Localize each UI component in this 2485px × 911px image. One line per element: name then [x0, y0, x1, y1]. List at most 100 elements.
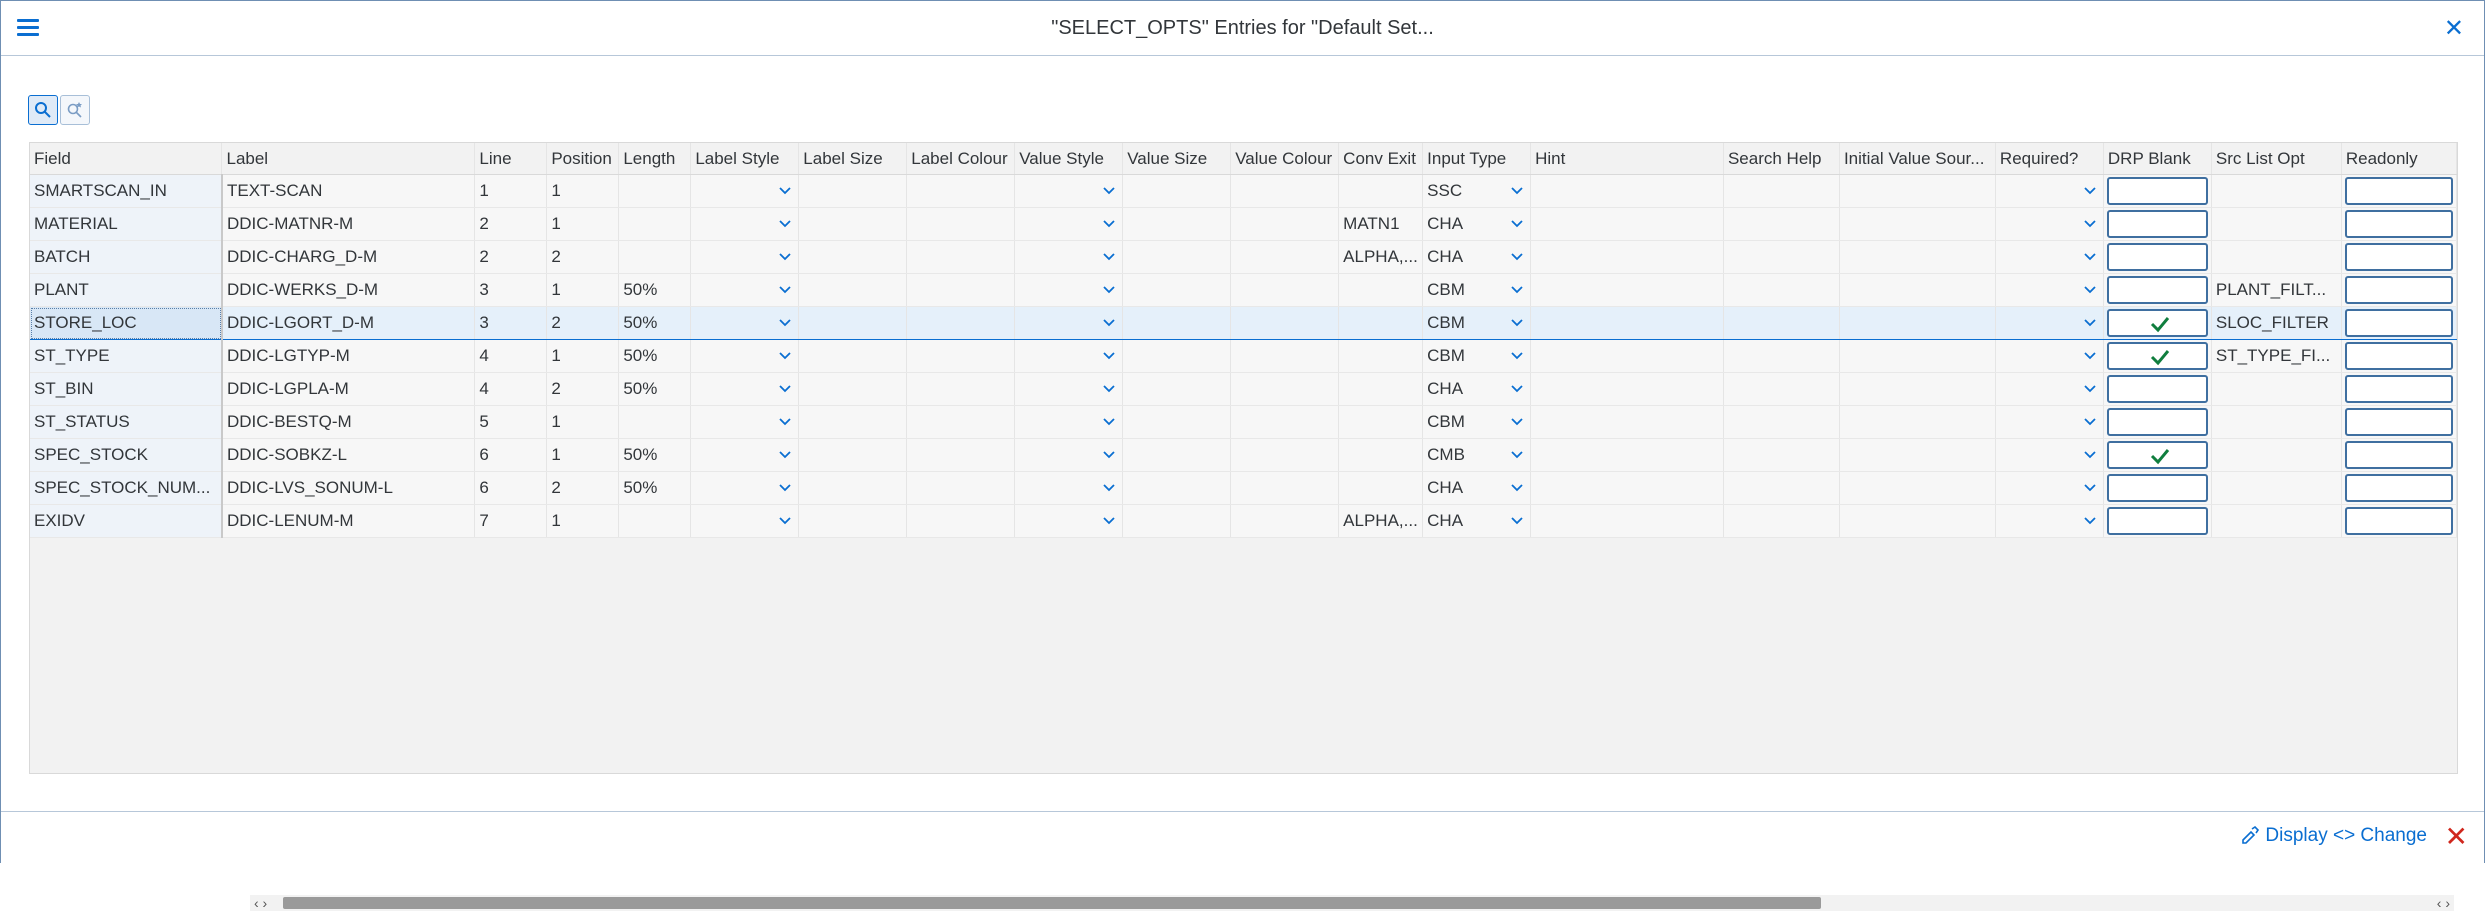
column-header[interactable]: Label Style — [690, 143, 800, 175]
dropdown-cell[interactable] — [1995, 240, 2104, 274]
chevron-down-icon[interactable] — [1102, 348, 1116, 362]
column-header[interactable]: DRP Blank — [2103, 143, 2212, 175]
column-header[interactable]: Position — [546, 143, 620, 175]
readonly-checkbox[interactable] — [2344, 309, 2453, 337]
checkbox-cell[interactable] — [2103, 339, 2212, 373]
drp-blank-checkbox[interactable] — [2106, 507, 2208, 535]
dropdown-cell[interactable] — [690, 372, 800, 406]
cell-input-type[interactable]: CHA — [1422, 471, 1532, 505]
chevron-down-icon[interactable] — [2083, 447, 2097, 461]
readonly-checkbox[interactable] — [2344, 210, 2453, 238]
footer-close-icon[interactable]: ✕ — [2445, 820, 2468, 853]
cell-input-type[interactable]: CHA — [1422, 372, 1532, 406]
checkbox-cell[interactable] — [2341, 207, 2458, 241]
dropdown-cell[interactable] — [1995, 339, 2104, 373]
dropdown-cell[interactable] — [1995, 207, 2104, 241]
dropdown-cell[interactable] — [1014, 207, 1124, 241]
chevron-down-icon[interactable] — [2083, 480, 2097, 494]
column-header[interactable]: Src List Opt — [2211, 143, 2342, 175]
dropdown-cell[interactable] — [690, 504, 800, 538]
chevron-down-icon[interactable] — [1510, 249, 1524, 263]
cell-input-type[interactable]: CHA — [1422, 504, 1532, 538]
chevron-down-icon[interactable] — [778, 480, 792, 494]
table-row[interactable]: MATERIAL DDIC-MATNR-M 2 1 MATN1 CHA — [30, 207, 2458, 241]
readonly-checkbox[interactable] — [2344, 177, 2453, 205]
chevron-down-icon[interactable] — [1102, 249, 1116, 263]
checkbox-cell[interactable] — [2341, 339, 2458, 373]
dropdown-cell[interactable] — [1014, 174, 1124, 208]
dropdown-cell[interactable] — [1014, 504, 1124, 538]
cell-input-type[interactable]: CBM — [1422, 273, 1532, 307]
table-row[interactable]: SPEC_STOCK_NUM... DDIC-LVS_SONUM-L 6 2 50% CH… — [30, 471, 2458, 505]
chevron-down-icon[interactable] — [778, 282, 792, 296]
drp-blank-checkbox[interactable] — [2106, 342, 2208, 370]
chevron-down-icon[interactable] — [2083, 513, 2097, 527]
column-header[interactable]: Field — [30, 143, 223, 175]
column-header[interactable]: Search Help — [1723, 143, 1840, 175]
table-row[interactable]: SPEC_STOCK DDIC-SOBKZ-L 6 1 50% CMB — [30, 438, 2458, 472]
drp-blank-checkbox[interactable] — [2106, 210, 2208, 238]
readonly-checkbox[interactable] — [2344, 408, 2453, 436]
dropdown-cell[interactable] — [1995, 372, 2104, 406]
chevron-down-icon[interactable] — [778, 381, 792, 395]
chevron-down-icon[interactable] — [1102, 381, 1116, 395]
chevron-down-icon[interactable] — [1510, 216, 1524, 230]
column-header[interactable]: Initial Value Sour... — [1839, 143, 1996, 175]
chevron-down-icon[interactable] — [1510, 348, 1524, 362]
chevron-down-icon[interactable] — [2083, 183, 2097, 197]
chevron-down-icon[interactable] — [778, 249, 792, 263]
checkbox-cell[interactable] — [2103, 174, 2212, 208]
table-row[interactable]: ST_BIN DDIC-LGPLA-M 4 2 50% CHA — [30, 372, 2458, 406]
dropdown-cell[interactable] — [1014, 405, 1124, 439]
readonly-checkbox[interactable] — [2344, 375, 2453, 403]
dropdown-cell[interactable] — [1995, 273, 2104, 307]
chevron-down-icon[interactable] — [1510, 447, 1524, 461]
column-header[interactable]: Hint — [1530, 143, 1724, 175]
search-button[interactable] — [28, 95, 58, 125]
column-header[interactable]: Label — [221, 143, 476, 175]
chevron-down-icon[interactable] — [1102, 513, 1116, 527]
cell-input-type[interactable]: CBM — [1422, 339, 1532, 373]
checkbox-cell[interactable] — [2341, 471, 2458, 505]
checkbox-cell[interactable] — [2341, 306, 2458, 340]
chevron-down-icon[interactable] — [1102, 282, 1116, 296]
chevron-down-icon[interactable] — [2083, 348, 2097, 362]
dropdown-cell[interactable] — [1014, 372, 1124, 406]
chevron-down-icon[interactable] — [1102, 447, 1116, 461]
dropdown-cell[interactable] — [1995, 174, 2104, 208]
dropdown-cell[interactable] — [690, 405, 800, 439]
dropdown-cell[interactable] — [690, 339, 800, 373]
drp-blank-checkbox[interactable] — [2106, 177, 2208, 205]
chevron-down-icon[interactable] — [1102, 414, 1116, 428]
chevron-down-icon[interactable] — [2083, 216, 2097, 230]
cell-input-type[interactable]: SSC — [1422, 174, 1532, 208]
drp-blank-checkbox[interactable] — [2106, 375, 2208, 403]
dropdown-cell[interactable] — [1995, 438, 2104, 472]
drp-blank-checkbox[interactable] — [2106, 309, 2208, 337]
checkbox-cell[interactable] — [2341, 174, 2458, 208]
table-row[interactable]: PLANT DDIC-WERKS_D-M 3 1 50% CBM PLANT_FILT... — [30, 273, 2458, 307]
chevron-down-icon[interactable] — [2083, 381, 2097, 395]
dropdown-cell[interactable] — [690, 306, 800, 340]
chevron-down-icon[interactable] — [778, 183, 792, 197]
scroll-right-arrows[interactable]: ‹ › — [2437, 895, 2450, 911]
column-header[interactable]: Conv Exit — [1338, 143, 1424, 175]
dropdown-cell[interactable] — [1014, 240, 1124, 274]
chevron-down-icon[interactable] — [1510, 414, 1524, 428]
search-settings-button[interactable] — [60, 95, 90, 125]
checkbox-cell[interactable] — [2103, 372, 2212, 406]
drp-blank-checkbox[interactable] — [2106, 441, 2208, 469]
table-row[interactable]: BATCH DDIC-CHARG_D-M 2 2 ALPHA,... CHA — [30, 240, 2458, 274]
horizontal-scrollbar[interactable]: ‹ › ‹ › — [250, 895, 2454, 911]
table-row[interactable]: SMARTSCAN_IN TEXT-SCAN 1 1 SSC — [30, 174, 2458, 208]
column-header[interactable]: Value Colour — [1230, 143, 1340, 175]
chevron-down-icon[interactable] — [1102, 480, 1116, 494]
checkbox-cell[interactable] — [2341, 273, 2458, 307]
scrollbar-thumb[interactable] — [283, 897, 1821, 909]
readonly-checkbox[interactable] — [2344, 474, 2453, 502]
dropdown-cell[interactable] — [1995, 405, 2104, 439]
checkbox-cell[interactable] — [2341, 405, 2458, 439]
column-header[interactable]: Input Type — [1422, 143, 1532, 175]
chevron-down-icon[interactable] — [778, 216, 792, 230]
checkbox-cell[interactable] — [2103, 471, 2212, 505]
